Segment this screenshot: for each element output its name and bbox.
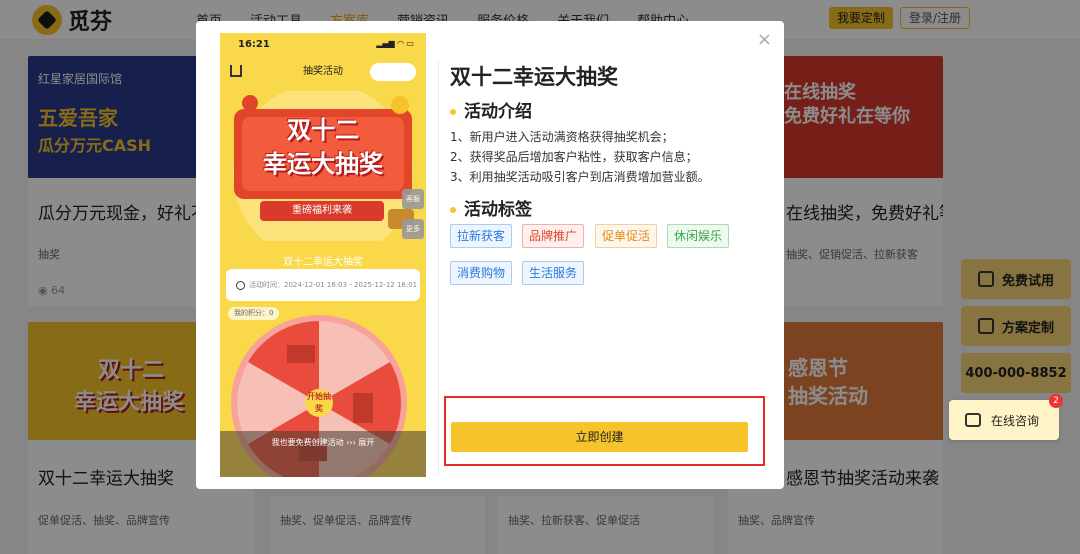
banner-ribbon: 重磅福利来袭 — [260, 201, 384, 221]
my-points: 我的积分：0 — [228, 307, 280, 320]
intro-heading-text: 活动介绍 — [464, 102, 532, 122]
create-now-button[interactable]: 立即创建 — [451, 422, 748, 452]
chat-icon — [965, 413, 981, 427]
intro-line: 3、利用抽奖活动吸引客户到店消费增加营业额。 — [450, 170, 710, 184]
more-tag[interactable]: 更多 — [402, 219, 424, 239]
preview-activity-title: 双十二幸运大抽奖 — [283, 257, 363, 268]
online-consult-button[interactable]: 在线咨询 2 — [949, 394, 1063, 440]
start-draw-button[interactable]: 开始抽奖 — [305, 389, 333, 417]
close-icon[interactable]: × — [757, 29, 772, 50]
tag-new-customers[interactable]: 拉新获客 — [450, 224, 513, 248]
tag-life-services[interactable]: 生活服务 — [522, 261, 585, 285]
phone-status-bar: 16:21 ▂▄▆ ◠ ▭ — [220, 33, 426, 55]
tag-leisure[interactable]: 休闲娱乐 — [667, 224, 730, 248]
service-tag[interactable]: 客服 — [402, 189, 424, 209]
home-icon — [230, 65, 242, 77]
tag-shopping[interactable]: 消费购物 — [450, 261, 513, 285]
tags-heading-text: 活动标签 — [464, 200, 532, 220]
preview-banner: 双十二 幸运大抽奖 重磅福利来袭 — [220, 91, 426, 241]
bullet-dot — [450, 207, 456, 213]
mini-program-capsule — [370, 63, 416, 81]
banner-line: 幸运大抽奖 — [263, 150, 383, 178]
consult-label: 在线咨询 — [991, 413, 1040, 428]
preview-nav-title: 抽奖活动 — [303, 66, 343, 77]
clock-icon — [236, 280, 245, 290]
activity-time: 活动时间：2024-12-01 16:03 - 2025-12-12 16:01 — [249, 281, 418, 289]
preview-footer-bar[interactable]: 我也要免费创建活动 ››› 展开 — [220, 431, 426, 477]
modal-divider — [438, 61, 439, 476]
signal-icon: ▂▄▆ ◠ ▭ — [376, 39, 414, 48]
template-detail-modal: × 16:21 ▂▄▆ ◠ ▭ 抽奖活动 双十二 幸运大抽奖 重磅福利来袭 客服… — [196, 21, 784, 489]
intro-line: 1、新用户进入活动满资格获得抽奖机会； — [450, 130, 674, 144]
tag-promote-sales[interactable]: 促单促活 — [595, 224, 658, 248]
preview-nav-bar: 抽奖活动 — [220, 61, 426, 83]
tags-heading: 活动标签 — [450, 195, 532, 220]
intro-line: 2、获得奖品后增加客户粘性，获取客户信息； — [450, 150, 698, 164]
activity-title: 双十二幸运大抽奖 — [450, 65, 618, 89]
tag-brand-promo[interactable]: 品牌推广 — [522, 224, 585, 248]
bullet-dot — [450, 109, 456, 115]
status-time: 16:21 — [238, 39, 270, 50]
intro-heading: 活动介绍 — [450, 97, 532, 122]
activity-time-box: 活动时间：2024-12-01 16:03 - 2025-12-12 16:01 — [226, 269, 420, 301]
banner-title: 双十二 幸运大抽奖 — [220, 113, 426, 181]
banner-line: 双十二 — [287, 116, 359, 144]
mobile-preview: 16:21 ▂▄▆ ◠ ▭ 抽奖活动 双十二 幸运大抽奖 重磅福利来袭 客服 更… — [220, 33, 426, 477]
unread-badge: 2 — [1049, 394, 1063, 408]
